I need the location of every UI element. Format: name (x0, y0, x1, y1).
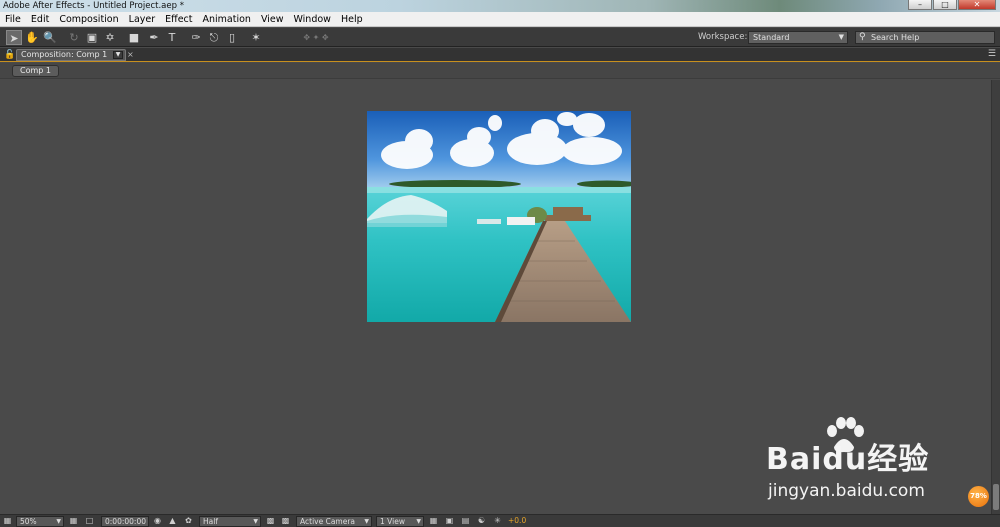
reset-exposure-icon[interactable]: ✳ (492, 516, 503, 527)
viewer-controls-bar: ▦ 50% ▼ ▦ □ 0:00:00:00 ◉ ▲ ✿ Half ▼ ▩ ▩ … (0, 514, 1000, 527)
tab-composition[interactable]: Composition: Comp 1 ▼ (16, 49, 126, 61)
chevron-down-icon: ▼ (838, 33, 844, 41)
axis-tools-icon: ✥ ✦ ✥ (303, 33, 329, 42)
fast-preview-toggle-icon[interactable]: ▣ (444, 516, 455, 527)
magnification-dropdown[interactable]: 50% ▼ (16, 516, 64, 527)
chevron-down-icon: ▼ (364, 518, 369, 525)
window-controls: – □ ✕ (908, 0, 996, 11)
restore-button[interactable]: □ (933, 0, 957, 10)
timeline-icon[interactable]: ▤ (460, 516, 471, 527)
pan-behind-tool-icon[interactable]: ✡ (102, 30, 118, 45)
camera-view-dropdown[interactable]: Active Camera ▼ (296, 516, 372, 527)
orbit-camera-tool-icon[interactable]: ▣ (84, 30, 100, 45)
menu-composition[interactable]: Composition (54, 12, 123, 27)
views-value: 1 View (380, 517, 405, 526)
menu-bar: File Edit Composition Layer Effect Anima… (0, 12, 1000, 27)
tab-composition-label: Composition: Comp 1 (21, 50, 108, 59)
chevron-down-icon: ▼ (253, 518, 258, 525)
grid-guides-icon[interactable]: ▦ (68, 516, 79, 527)
zoom-tool-icon[interactable]: 🔍 (42, 30, 58, 45)
viewer-scrollbar[interactable] (991, 80, 1000, 514)
close-button[interactable]: ✕ (958, 0, 996, 10)
fast-previews-icon[interactable]: ▩ (265, 516, 276, 527)
menu-window[interactable]: Window (288, 12, 335, 27)
puppet-pin-tool-icon[interactable]: ✶ (248, 30, 264, 45)
rotation-tool-icon[interactable]: ↻ (66, 30, 82, 45)
snapshot-icon[interactable]: ◉ (152, 516, 163, 527)
scrollbar-thumb[interactable] (993, 484, 999, 510)
breadcrumb[interactable]: Comp 1 (12, 65, 59, 77)
beach-pier-image (367, 111, 631, 322)
pen-tool-icon[interactable]: ✒ (146, 30, 162, 45)
window-title: Adobe After Effects - Untitled Project.a… (3, 1, 184, 11)
menu-effect[interactable]: Effect (160, 12, 197, 27)
menu-file[interactable]: File (0, 12, 26, 27)
clone-stamp-tool-icon[interactable]: ⎋ (206, 30, 222, 45)
search-help-field[interactable]: ⚲ Search Help (855, 31, 995, 44)
composition-navigator: Comp 1 (0, 63, 1000, 79)
hand-tool-icon[interactable]: ✋ (24, 30, 40, 45)
always-preview-icon[interactable]: ▦ (2, 516, 13, 527)
panel-menu-icon[interactable]: ☰ (988, 49, 996, 60)
menu-edit[interactable]: Edit (26, 12, 54, 27)
search-placeholder: Search Help (871, 33, 920, 42)
tools-panel: ➤ ✋ 🔍 ↻ ▣ ✡ ■ ✒ T ✑ ⎋ ▯ ✶ ✥ ✦ ✥ Workspac… (0, 28, 1000, 47)
lock-icon[interactable]: 🔓 (4, 50, 15, 60)
rectangle-tool-icon[interactable]: ■ (126, 30, 142, 45)
timecode-value: 0:00:00:00 (105, 517, 146, 526)
title-bar: Adobe After Effects - Untitled Project.a… (0, 0, 1000, 12)
menu-help[interactable]: Help (336, 12, 368, 27)
close-icon[interactable]: × (127, 49, 134, 60)
watermark-brand: Baidu经验 (766, 442, 930, 477)
workspace-dropdown[interactable]: Standard ▼ (748, 31, 848, 44)
menu-animation[interactable]: Animation (198, 12, 256, 27)
chevron-down-icon[interactable]: ▼ (113, 51, 123, 59)
view-layout-dropdown[interactable]: 1 View ▼ (376, 516, 424, 527)
current-time-field[interactable]: 0:00:00:00 (101, 516, 149, 527)
workspace-label: Workspace: (698, 32, 748, 42)
minimize-button[interactable]: – (908, 0, 932, 10)
chevron-down-icon: ▼ (416, 518, 421, 525)
resolution-dropdown[interactable]: Half ▼ (199, 516, 261, 527)
menu-layer[interactable]: Layer (124, 12, 161, 27)
menu-view[interactable]: View (256, 12, 289, 27)
composition-panel-header: 🔓 Composition: Comp 1 ▼ × ☰ (0, 48, 1000, 62)
magnification-value: 50% (20, 517, 37, 526)
region-of-interest-icon[interactable]: □ (84, 516, 95, 527)
show-snapshot-icon[interactable]: ▲ (167, 516, 178, 527)
chevron-down-icon: ▼ (56, 518, 61, 525)
resolution-value: Half (203, 517, 218, 526)
color-channels-icon[interactable]: ✿ (183, 516, 194, 527)
type-tool-icon[interactable]: T (164, 30, 180, 45)
composition-frame (367, 111, 631, 322)
search-icon: ⚲ (859, 32, 866, 42)
brush-tool-icon[interactable]: ✑ (188, 30, 204, 45)
baidu-jingyan-watermark: Baidu经验 jingyan.baidu.com (766, 417, 966, 507)
flowchart-icon[interactable]: ☯ (476, 516, 487, 527)
selection-tool-icon[interactable]: ➤ (6, 30, 22, 45)
camera-value: Active Camera (300, 517, 356, 526)
progress-badge: 78% (968, 486, 989, 507)
pixel-aspect-icon[interactable]: ▦ (428, 516, 439, 527)
workspace-value: Standard (753, 33, 790, 42)
watermark-url: jingyan.baidu.com (768, 481, 925, 501)
exposure-value[interactable]: +0.0 (508, 516, 526, 527)
transparency-grid-icon[interactable]: ▩ (280, 516, 291, 527)
eraser-tool-icon[interactable]: ▯ (224, 30, 240, 45)
